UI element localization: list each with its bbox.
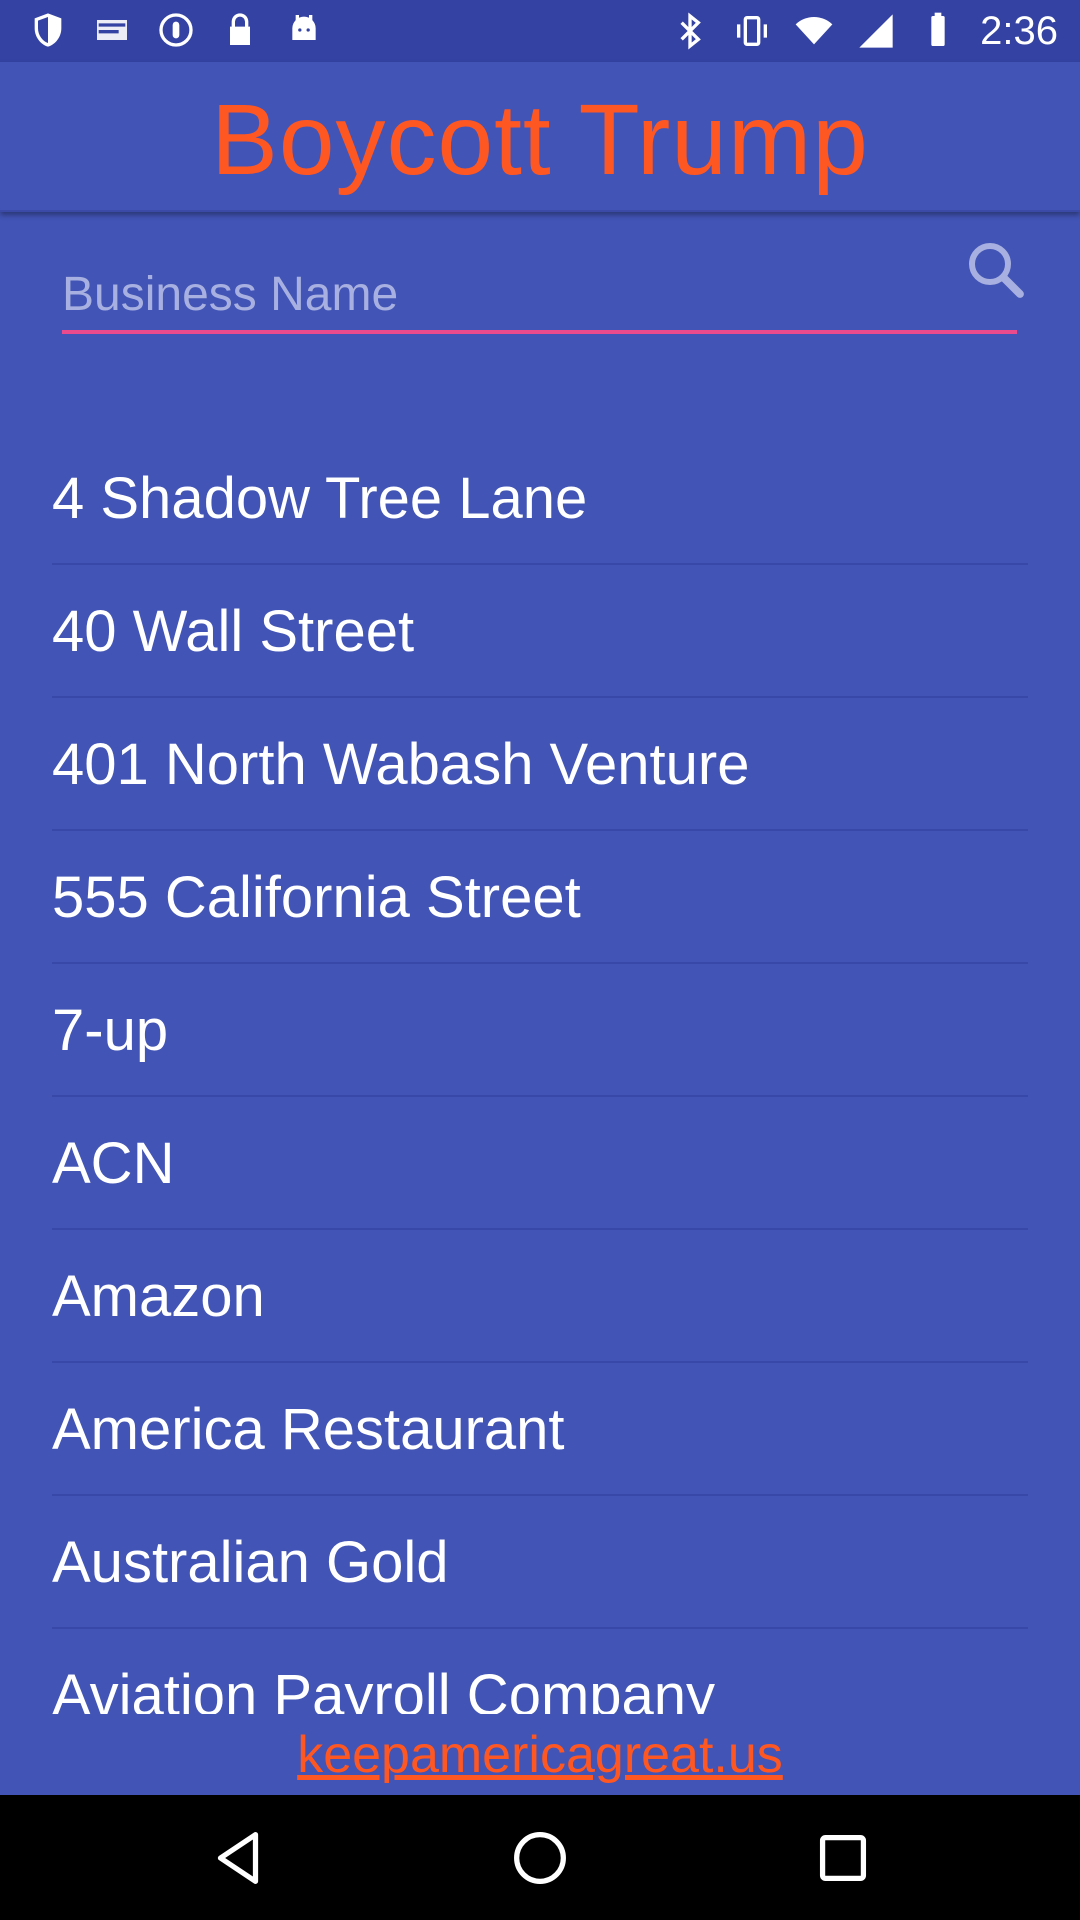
list-item[interactable]: ACN <box>52 1097 1028 1230</box>
info-circle-icon <box>159 13 193 47</box>
list-item[interactable]: 401 North Wabash Venture <box>52 698 1028 831</box>
android-icon <box>292 15 316 40</box>
list-item-label: 7-up <box>52 998 169 1063</box>
notification-icons <box>28 10 324 50</box>
recent-apps-icon[interactable] <box>808 1823 878 1893</box>
business-name-input[interactable] <box>62 248 962 328</box>
shield-icon <box>34 13 62 47</box>
list-item[interactable]: Aviation Payroll Company <box>52 1629 1028 1714</box>
list-item[interactable]: America Restaurant <box>52 1363 1028 1496</box>
list-item[interactable]: 40 Wall Street <box>52 565 1028 698</box>
bluetooth-icon <box>680 12 701 50</box>
signal-icon <box>859 14 893 48</box>
status-time: 2:36 <box>980 9 1058 53</box>
business-list: 4 Shadow Tree Lane 40 Wall Street 401 No… <box>52 432 1028 1714</box>
back-icon[interactable] <box>203 1823 273 1893</box>
mail-icon <box>97 20 127 40</box>
battery-icon <box>931 12 945 46</box>
status-bar: 2:36 <box>0 0 1080 62</box>
vibrate-icon <box>737 16 768 46</box>
wifi-icon <box>795 17 833 45</box>
list-item[interactable]: 4 Shadow Tree Lane <box>52 432 1028 565</box>
lock-icon <box>230 13 250 46</box>
search-bar <box>62 243 1024 336</box>
list-item[interactable]: Australian Gold <box>52 1496 1028 1629</box>
list-item-label: 555 California Street <box>52 865 581 930</box>
navigation-bar <box>0 1795 1080 1920</box>
list-item-label: Aviation Payroll Company <box>52 1663 716 1714</box>
home-icon[interactable] <box>505 1823 575 1893</box>
list-item[interactable]: 7-up <box>52 964 1028 1097</box>
list-item-label: 401 North Wabash Venture <box>52 732 750 797</box>
list-item[interactable]: 555 California Street <box>52 831 1028 964</box>
list-item-label: 4 Shadow Tree Lane <box>52 466 588 531</box>
search-underline <box>62 330 1017 334</box>
list-item-label: Amazon <box>52 1264 265 1329</box>
app-header: Boycott Trump <box>0 62 1080 212</box>
app-title: Boycott Trump <box>211 84 869 196</box>
system-icons: 2:36 <box>670 8 1058 54</box>
list-item-label: 40 Wall Street <box>52 599 415 664</box>
website-link[interactable]: keepamericagreat.us <box>0 1720 1080 1790</box>
list-item-label: America Restaurant <box>52 1397 565 1462</box>
list-item-label: ACN <box>52 1131 175 1196</box>
search-icon[interactable] <box>960 234 1032 306</box>
list-item[interactable]: Amazon <box>52 1230 1028 1363</box>
list-item-label: Australian Gold <box>52 1530 449 1595</box>
